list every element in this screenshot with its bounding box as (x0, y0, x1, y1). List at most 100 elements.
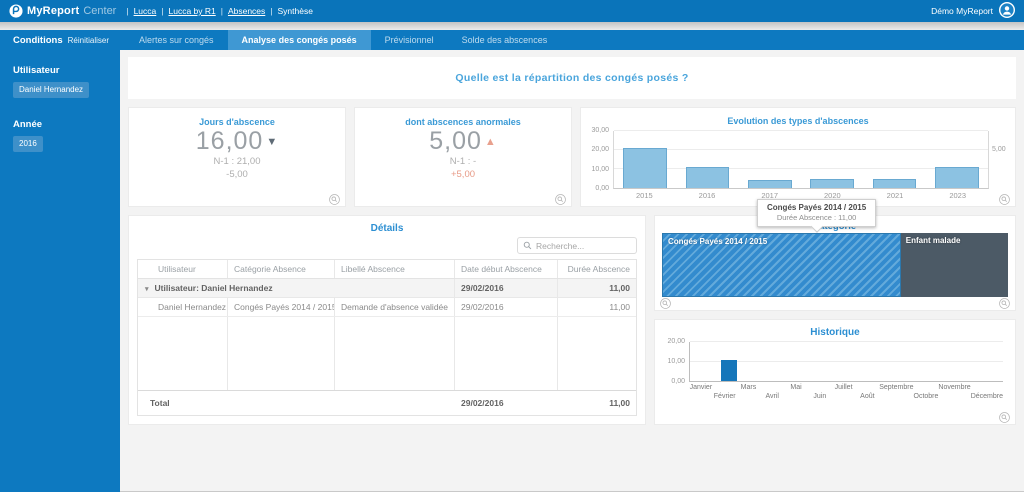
breadcrumb-separator: | (126, 6, 128, 16)
tab-alertes-sur-cong-s[interactable]: Alertes sur congés (125, 30, 228, 50)
column-header[interactable]: Libellé Abscence (335, 260, 455, 278)
tooltip-value: Durée Abscence : 11,00 (767, 213, 866, 222)
zoom-icon[interactable] (555, 192, 566, 203)
x-axis-label-janvier: Janvier (689, 383, 713, 405)
x-axis-label-text: 2015 (613, 191, 676, 200)
x-axis-label-text: Mai (784, 384, 808, 391)
breadcrumb-item-absences[interactable]: Absences (228, 6, 265, 16)
x-axis-label-novembre: Novembre (938, 383, 970, 405)
breadcrumb-item-lucca[interactable]: Lucca (134, 6, 157, 16)
zoom-icon[interactable] (999, 296, 1010, 307)
historique-x-axis: JanvierFévrierMars AvrilMaiJuinJuilletAoû… (689, 383, 1003, 405)
x-axis-label-avril: Avril (760, 383, 784, 405)
y-axis-tick: 10,00 (591, 166, 609, 173)
bar-2016[interactable] (686, 167, 730, 188)
total-label: Total (138, 391, 455, 415)
x-axis-label-septembre: Septembre (879, 383, 913, 405)
breadcrumb-separator: | (161, 6, 163, 16)
details-table: Utilisateur Catégorie Absence Libellé Ab… (137, 259, 637, 416)
user-name: Démo MyReport (931, 6, 993, 16)
x-axis-label-mai: Mai (784, 383, 808, 405)
bar-slot (614, 131, 676, 188)
treemap-block-enfant-malade[interactable]: Enfant malade (901, 233, 1008, 297)
search-icon (523, 237, 532, 255)
myreport-logo-icon (9, 4, 23, 18)
bar-slot (820, 342, 846, 381)
question-banner: Quelle est la répartition des congés pos… (128, 57, 1016, 99)
kpi-value: 5,00 (429, 127, 482, 155)
logo-text-bold: MyReport (27, 5, 79, 17)
x-axis-label-2016: 2016 (676, 191, 739, 200)
zoom-icon[interactable] (999, 192, 1010, 203)
collapse-icon[interactable]: ▾ (145, 285, 149, 293)
tab-bar: Conditions Réinitialiser Alertes sur con… (0, 30, 1024, 50)
x-axis-label-text: Avril (760, 393, 784, 400)
filter-chip-2016[interactable]: 2016 (13, 136, 43, 152)
tab-solde-des-abscences[interactable]: Solde des abscences (448, 30, 562, 50)
table-row[interactable]: Daniel Hernandez Congés Payés 2014 / 201… (138, 298, 636, 317)
search-input[interactable] (536, 241, 631, 251)
table-group-row[interactable]: ▾Utilisateur: Daniel Hernandez 29/02/201… (138, 279, 636, 298)
bar-slot (742, 342, 768, 381)
bar-slot (690, 342, 716, 381)
evolution-plot-area: 5,00 (613, 131, 989, 189)
user-avatar-icon[interactable] (999, 2, 1015, 20)
column-header[interactable]: Date début Abscence (455, 260, 558, 278)
user-menu[interactable]: Démo MyReport (931, 2, 1015, 20)
bar-f-vrier[interactable] (721, 360, 737, 381)
zoom-icon[interactable] (999, 410, 1010, 421)
breadcrumb-separator: | (221, 6, 223, 16)
bar-2017[interactable] (748, 180, 792, 188)
bar-slot (926, 131, 988, 188)
myreport-logo: MyReportCenter (9, 4, 116, 18)
zoom-icon[interactable] (660, 296, 671, 307)
y-axis-tick: 10,00 (667, 358, 685, 365)
top-header: MyReportCenter | Lucca | Lucca by R1 | Absenc… (0, 0, 1024, 22)
treemap-block-cong-s-pay-s-2014-2015[interactable]: Congés Payés 2014 / 2015 (662, 233, 901, 297)
column-header[interactable]: Catégorie Absence (228, 260, 335, 278)
x-axis-label-text: Janvier (689, 384, 713, 391)
x-axis-label-juin: Juin (808, 383, 832, 405)
breadcrumb-separator: | (270, 6, 272, 16)
bar-slot (977, 342, 1003, 381)
bar-2021[interactable] (873, 179, 917, 188)
details-panel: Détails Utilisateur Catégorie Absence Li… (128, 215, 646, 425)
bar-slot (739, 131, 801, 188)
cell-utilisateur: Daniel Hernandez (138, 298, 228, 316)
bar-slot (951, 342, 977, 381)
cell-duration: 11,00 (558, 298, 636, 316)
bar-2015[interactable] (623, 148, 667, 188)
cell-date: 29/02/2016 (455, 298, 558, 316)
x-axis-label-text: Mars (737, 384, 761, 391)
kpi-value: 16,00 (196, 127, 264, 155)
myreport-center-app: MyReportCenter | Lucca | Lucca by R1 | Absenc… (0, 0, 1024, 492)
column-header[interactable]: Durée Abscence (558, 260, 636, 278)
y-axis-tick: 20,00 (667, 338, 685, 345)
bar-slot (801, 131, 863, 188)
column-header[interactable]: Utilisateur (138, 260, 228, 278)
categorie-treemap-panel: catégorie Congés Payés 2014 / 2015 Durée… (654, 215, 1016, 311)
total-date: 29/02/2016 (455, 391, 558, 415)
filter-chip-daniel-hernandez[interactable]: Daniel Hernandez (13, 82, 89, 98)
x-axis-label-ao-t: Août (855, 383, 879, 405)
breadcrumb-item-lucca-by-r1[interactable]: Lucca by R1 (168, 6, 215, 16)
conditions-sidebar: UtilisateurDaniel HernandezAnnée2016 (0, 50, 120, 492)
zoom-icon[interactable] (329, 192, 340, 203)
bar-2023[interactable] (935, 167, 979, 188)
reset-filters-button[interactable]: Réinitialiser (68, 36, 109, 45)
x-axis-label-f-vrier: Février (713, 383, 737, 405)
x-axis-label-text: Décembre (971, 393, 1003, 400)
conditions-header: Conditions Réinitialiser (0, 30, 120, 50)
y-axis-tick: 20,00 (591, 146, 609, 153)
filter-group-ann-e: Année2016 (13, 119, 107, 152)
tab-analyse-des-cong-s-pos-s[interactable]: Analyse des congés posés (228, 30, 371, 50)
x-axis-label-juillet: Juillet (832, 383, 856, 405)
bar-2020[interactable] (810, 179, 854, 188)
x-axis-label-2023: 2023 (926, 191, 989, 200)
trend-up-icon: ▲ (485, 136, 497, 148)
x-axis-label-text: Octobre (914, 393, 939, 400)
tab-pr-visionnel[interactable]: Prévisionnel (371, 30, 448, 50)
kpi-previous-year: N-1 : - (355, 156, 571, 167)
group-row-duration: 11,00 (558, 279, 636, 297)
kpi-card-jours-abscence: Jours d'abscence 16,00▼ N-1 : 21,00 -5,0… (128, 107, 346, 207)
